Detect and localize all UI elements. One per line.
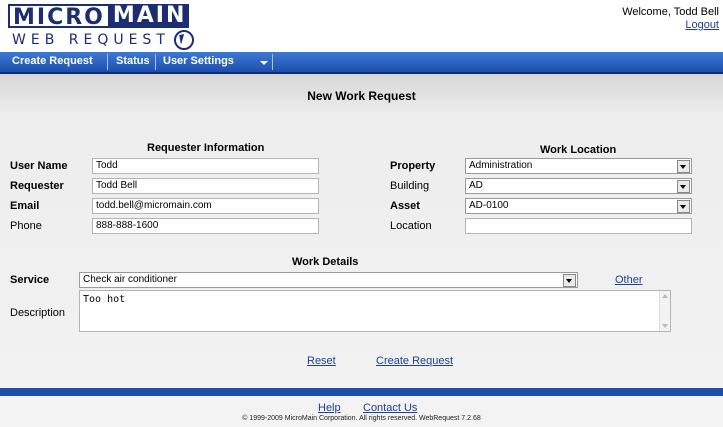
property-value: Administration	[469, 160, 533, 171]
location-field[interactable]	[465, 218, 692, 234]
cursor-icon	[173, 30, 194, 50]
footer-bar	[0, 388, 723, 396]
building-select[interactable]: AD	[465, 178, 692, 194]
nav-divider	[107, 54, 108, 70]
description-textarea[interactable]: Too hot	[79, 290, 671, 332]
logo-text-main: MAIN	[109, 4, 190, 28]
copyright-text: © 1999-2009 MicroMain Corporation. All r…	[242, 415, 481, 422]
location-heading: Work Location	[540, 144, 617, 156]
welcome-text: Welcome, Todd Bell	[622, 6, 719, 18]
nav-bar: Create Request Status User Settings	[0, 52, 723, 74]
service-select[interactable]: Check air conditioner	[79, 272, 578, 288]
page-title: New Work Request	[307, 89, 416, 103]
dropdown-arrow-icon[interactable]	[677, 160, 690, 173]
dropdown-arrow-icon[interactable]	[677, 200, 690, 213]
scroll-down-icon[interactable]	[662, 324, 668, 328]
reset-link[interactable]: Reset	[307, 355, 336, 367]
help-link[interactable]: Help	[318, 402, 341, 414]
nav-user-settings[interactable]: User Settings	[163, 55, 234, 67]
scroll-up-icon[interactable]	[662, 294, 668, 298]
email-label: Email	[10, 200, 40, 212]
asset-value: AD-0100	[469, 200, 509, 211]
work-details-heading: Work Details	[292, 256, 359, 268]
asset-select[interactable]: AD-0100	[465, 198, 692, 214]
contact-us-link[interactable]: Contact Us	[363, 402, 417, 414]
nav-create-request[interactable]: Create Request	[12, 55, 93, 67]
logo-text-micro: MICRO	[8, 4, 110, 30]
footer: Help Contact Us © 1999-2009 MicroMain Co…	[0, 396, 723, 427]
requester-field[interactable]: Todd Bell	[92, 178, 319, 194]
asset-label: Asset	[390, 200, 420, 212]
dropdown-arrow-icon[interactable]	[677, 180, 690, 193]
nav-divider	[155, 54, 156, 70]
create-request-link[interactable]: Create Request	[376, 355, 453, 367]
logo-text-web-request: WEB REQUEST	[12, 32, 170, 48]
description-label: Description	[10, 307, 66, 319]
phone-label: Phone	[10, 220, 42, 232]
chevron-down-icon[interactable]	[260, 61, 268, 65]
requester-label: Requester	[10, 180, 64, 192]
building-value: AD	[469, 180, 483, 191]
service-label: Service	[10, 274, 50, 286]
requester-heading: Requester Information	[147, 142, 265, 154]
phone-field[interactable]: 888-888-1600	[92, 218, 319, 234]
textarea-scrollbar[interactable]	[659, 291, 670, 331]
header: MICRO MAIN WEB REQUEST Welcome, Todd Bel…	[0, 0, 723, 52]
service-value: Check air conditioner	[83, 274, 177, 285]
description-value: Too hot	[83, 294, 126, 305]
nav-divider	[272, 54, 273, 70]
property-label: Property	[390, 160, 436, 172]
building-label: Building	[390, 180, 430, 192]
property-select[interactable]: Administration	[465, 158, 692, 174]
nav-status[interactable]: Status	[116, 55, 150, 67]
logout-link[interactable]: Logout	[685, 19, 719, 31]
username-field[interactable]: Todd	[92, 158, 319, 174]
dropdown-arrow-icon[interactable]	[563, 274, 576, 287]
main-content: New Work Request Requester Information U…	[0, 74, 723, 388]
location-label: Location	[390, 220, 432, 232]
micromain-logo: MICRO MAIN WEB REQUEST	[8, 4, 223, 50]
email-field[interactable]: todd.bell@micromain.com	[92, 198, 319, 214]
other-link[interactable]: Other	[615, 274, 643, 286]
username-label: User Name	[10, 160, 68, 172]
